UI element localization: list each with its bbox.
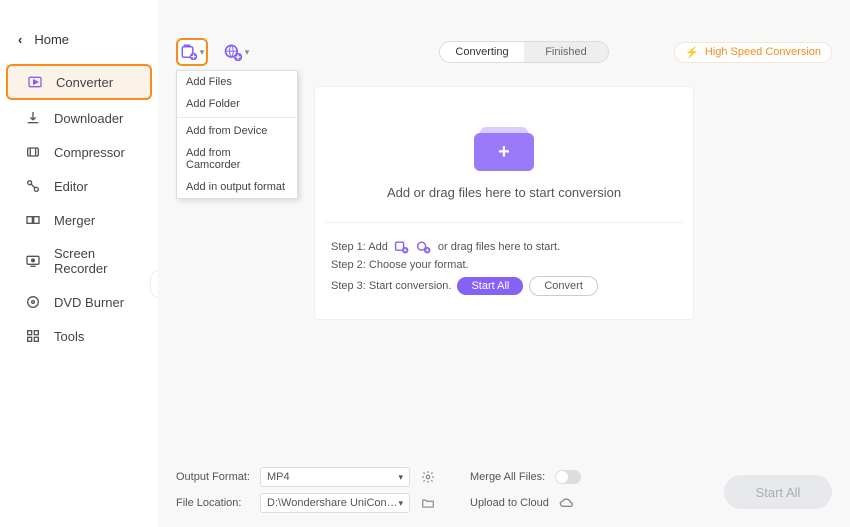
- home-nav[interactable]: ‹ Home: [0, 28, 158, 63]
- sidebar-item-downloader[interactable]: Downloader: [6, 102, 152, 134]
- sidebar-item-dvd-burner[interactable]: DVD Burner: [6, 286, 152, 318]
- segment-finished[interactable]: Finished: [524, 42, 608, 62]
- main-panel: ▾ Add Files Add Folder Add from Device A…: [158, 0, 850, 527]
- hsc-label: High Speed Conversion: [705, 46, 821, 58]
- sidebar-item-compressor[interactable]: Compressor: [6, 136, 152, 168]
- dropdown-separator: [177, 117, 297, 118]
- add-url-button[interactable]: ▾: [222, 38, 250, 66]
- toolbar: ▾ Add Files Add Folder Add from Device A…: [176, 38, 832, 66]
- sidebar-item-label: Merger: [54, 213, 95, 228]
- drop-zone[interactable]: + Add or drag files here to start conver…: [314, 86, 694, 320]
- tools-icon: [24, 328, 42, 344]
- back-chevron-icon[interactable]: ‹: [18, 32, 22, 47]
- high-speed-conversion-button[interactable]: ⚡ High Speed Conversion: [674, 42, 832, 63]
- step3-text: Step 3: Start conversion.: [331, 280, 451, 292]
- step1-text-b: or drag files here to start.: [438, 241, 560, 253]
- settings-gear-icon[interactable]: [420, 469, 436, 485]
- drop-zone-text: Add or drag files here to start conversi…: [325, 185, 683, 200]
- start-all-small-button[interactable]: Start All: [457, 277, 523, 295]
- start-all-button[interactable]: Start All: [724, 475, 832, 509]
- dropdown-item-add-files[interactable]: Add Files: [177, 71, 297, 93]
- merge-all-toggle[interactable]: [555, 470, 581, 484]
- lightning-icon: ⚡: [685, 46, 699, 59]
- chevron-down-icon: ▾: [398, 472, 403, 483]
- segment-converting[interactable]: Converting: [440, 42, 524, 62]
- file-location-label: File Location:: [176, 497, 250, 509]
- chevron-down-icon: ▾: [245, 47, 250, 58]
- open-folder-icon[interactable]: [420, 495, 436, 511]
- sidebar-item-label: Editor: [54, 179, 88, 194]
- file-location-select[interactable]: D:\Wondershare UniConverter 1 ▾: [260, 493, 410, 513]
- sidebar-item-label: Screen Recorder: [54, 246, 152, 276]
- sidebar-item-screen-recorder[interactable]: Screen Recorder: [6, 238, 152, 284]
- dropdown-item-add-folder[interactable]: Add Folder: [177, 93, 297, 115]
- merge-label: Merge All Files:: [470, 471, 545, 483]
- sidebar-item-label: DVD Burner: [54, 295, 124, 310]
- cloud-icon[interactable]: [559, 495, 575, 511]
- compressor-icon: [24, 144, 42, 160]
- sidebar-item-converter[interactable]: Converter: [6, 64, 152, 100]
- status-segment: Converting Finished: [439, 41, 609, 63]
- chevron-down-icon: ▾: [398, 498, 403, 509]
- sidebar-item-label: Downloader: [54, 111, 123, 126]
- step2-text: Step 2: Choose your format.: [331, 259, 469, 271]
- dropdown-item-add-from-camcorder[interactable]: Add from Camcorder: [177, 142, 297, 176]
- file-location-value: D:\Wondershare UniConverter 1: [267, 497, 398, 509]
- steps: Step 1: Add or drag files here to start.…: [325, 222, 683, 296]
- dvd-burner-icon: [24, 294, 42, 310]
- sidebar-item-editor[interactable]: Editor: [6, 170, 152, 202]
- url-plus-icon[interactable]: [416, 240, 432, 254]
- sidebar: ‹ Home Converter Downloader Compressor E…: [0, 0, 158, 527]
- chevron-down-icon: ▾: [200, 47, 205, 58]
- downloader-icon: [24, 110, 42, 126]
- footer: Output Format: MP4 ▾ Merge All Files: Fi…: [176, 461, 832, 513]
- upload-cloud-label: Upload to Cloud: [470, 497, 549, 509]
- merger-icon: [24, 212, 42, 228]
- sidebar-item-tools[interactable]: Tools: [6, 320, 152, 352]
- add-dropdown-menu: Add Files Add Folder Add from Device Add…: [176, 70, 298, 199]
- folder-plus-icon: +: [474, 123, 534, 171]
- sidebar-item-merger[interactable]: Merger: [6, 204, 152, 236]
- screen-recorder-icon: [24, 253, 42, 269]
- converter-icon: [26, 74, 44, 90]
- file-plus-icon[interactable]: [394, 240, 410, 254]
- sidebar-item-label: Tools: [54, 329, 84, 344]
- output-format-label: Output Format:: [176, 471, 250, 483]
- editor-icon: [24, 178, 42, 194]
- step1-text-a: Step 1: Add: [331, 241, 388, 253]
- add-files-button[interactable]: ▾ Add Files Add Folder Add from Device A…: [176, 38, 208, 66]
- output-format-select[interactable]: MP4 ▾: [260, 467, 410, 487]
- sidebar-item-label: Compressor: [54, 145, 125, 160]
- home-label: Home: [34, 32, 69, 47]
- dropdown-item-add-in-output-format[interactable]: Add in output format: [177, 176, 297, 198]
- convert-small-button[interactable]: Convert: [529, 276, 598, 296]
- output-format-value: MP4: [267, 471, 290, 483]
- dropdown-item-add-from-device[interactable]: Add from Device: [177, 120, 297, 142]
- sidebar-item-label: Converter: [56, 75, 113, 90]
